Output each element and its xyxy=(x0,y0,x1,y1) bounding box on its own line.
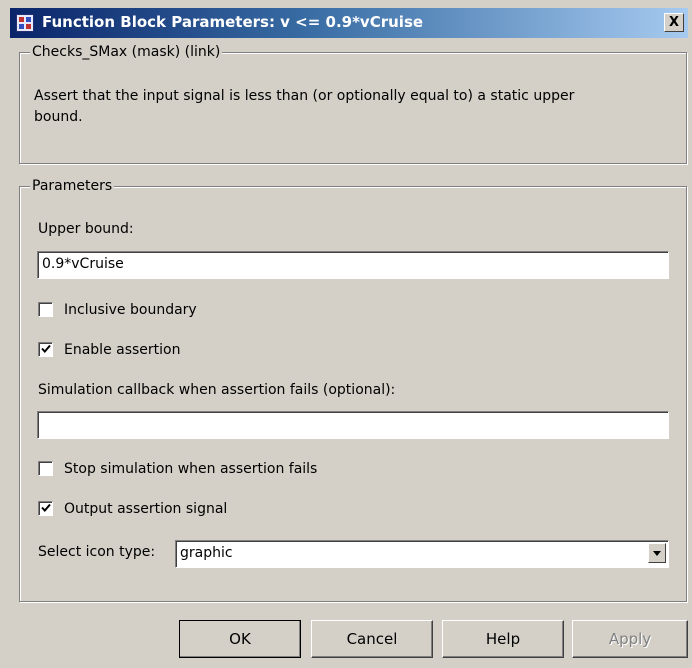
inclusive-boundary-label[interactable]: Inclusive boundary xyxy=(64,300,197,320)
upper-bound-input[interactable]: 0.9*vCruise xyxy=(37,251,669,279)
stop-simulation-checkbox[interactable] xyxy=(38,461,53,476)
dropdown-button[interactable] xyxy=(648,543,666,563)
close-button[interactable]: X xyxy=(664,13,684,32)
close-icon: X xyxy=(668,15,680,30)
description-group-legend: Checks_SMax (mask) (link) xyxy=(30,43,223,61)
dialog-window: Function Block Parameters: v <= 0.9*vCru… xyxy=(0,0,692,668)
description-group: Checks_SMax (mask) (link) xyxy=(19,43,687,164)
window-title: Function Block Parameters: v <= 0.9*vCru… xyxy=(42,13,424,31)
enable-assertion-checkbox[interactable] xyxy=(38,342,53,357)
output-assertion-checkbox[interactable] xyxy=(38,501,53,516)
icon-type-select[interactable]: graphic xyxy=(175,540,669,568)
parameters-group-legend: Parameters xyxy=(30,177,115,195)
callback-label: Simulation callback when assertion fails… xyxy=(38,382,396,398)
description-line-1: Assert that the input signal is less tha… xyxy=(34,88,575,104)
help-button[interactable]: Help xyxy=(442,620,564,658)
ok-button[interactable]: OK xyxy=(179,620,301,658)
icon-type-value: graphic xyxy=(180,545,233,561)
checkmark-icon xyxy=(41,503,51,512)
cancel-button[interactable]: Cancel xyxy=(311,620,433,658)
simulink-block-icon xyxy=(16,14,34,32)
output-assertion-label[interactable]: Output assertion signal xyxy=(64,499,227,519)
apply-button[interactable]: Apply xyxy=(572,620,688,658)
stop-simulation-label[interactable]: Stop simulation when assertion fails xyxy=(64,459,317,479)
upper-bound-label: Upper bound: xyxy=(38,221,134,237)
checkmark-icon xyxy=(41,344,51,353)
enable-assertion-label[interactable]: Enable assertion xyxy=(64,340,181,360)
inclusive-boundary-checkbox[interactable] xyxy=(38,302,53,317)
icon-type-label: Select icon type: xyxy=(38,544,156,560)
callback-input[interactable] xyxy=(37,411,669,439)
title-bar[interactable]: Function Block Parameters: v <= 0.9*vCru… xyxy=(10,8,688,38)
description-line-2: bound. xyxy=(34,109,83,125)
chevron-down-icon xyxy=(653,551,661,556)
